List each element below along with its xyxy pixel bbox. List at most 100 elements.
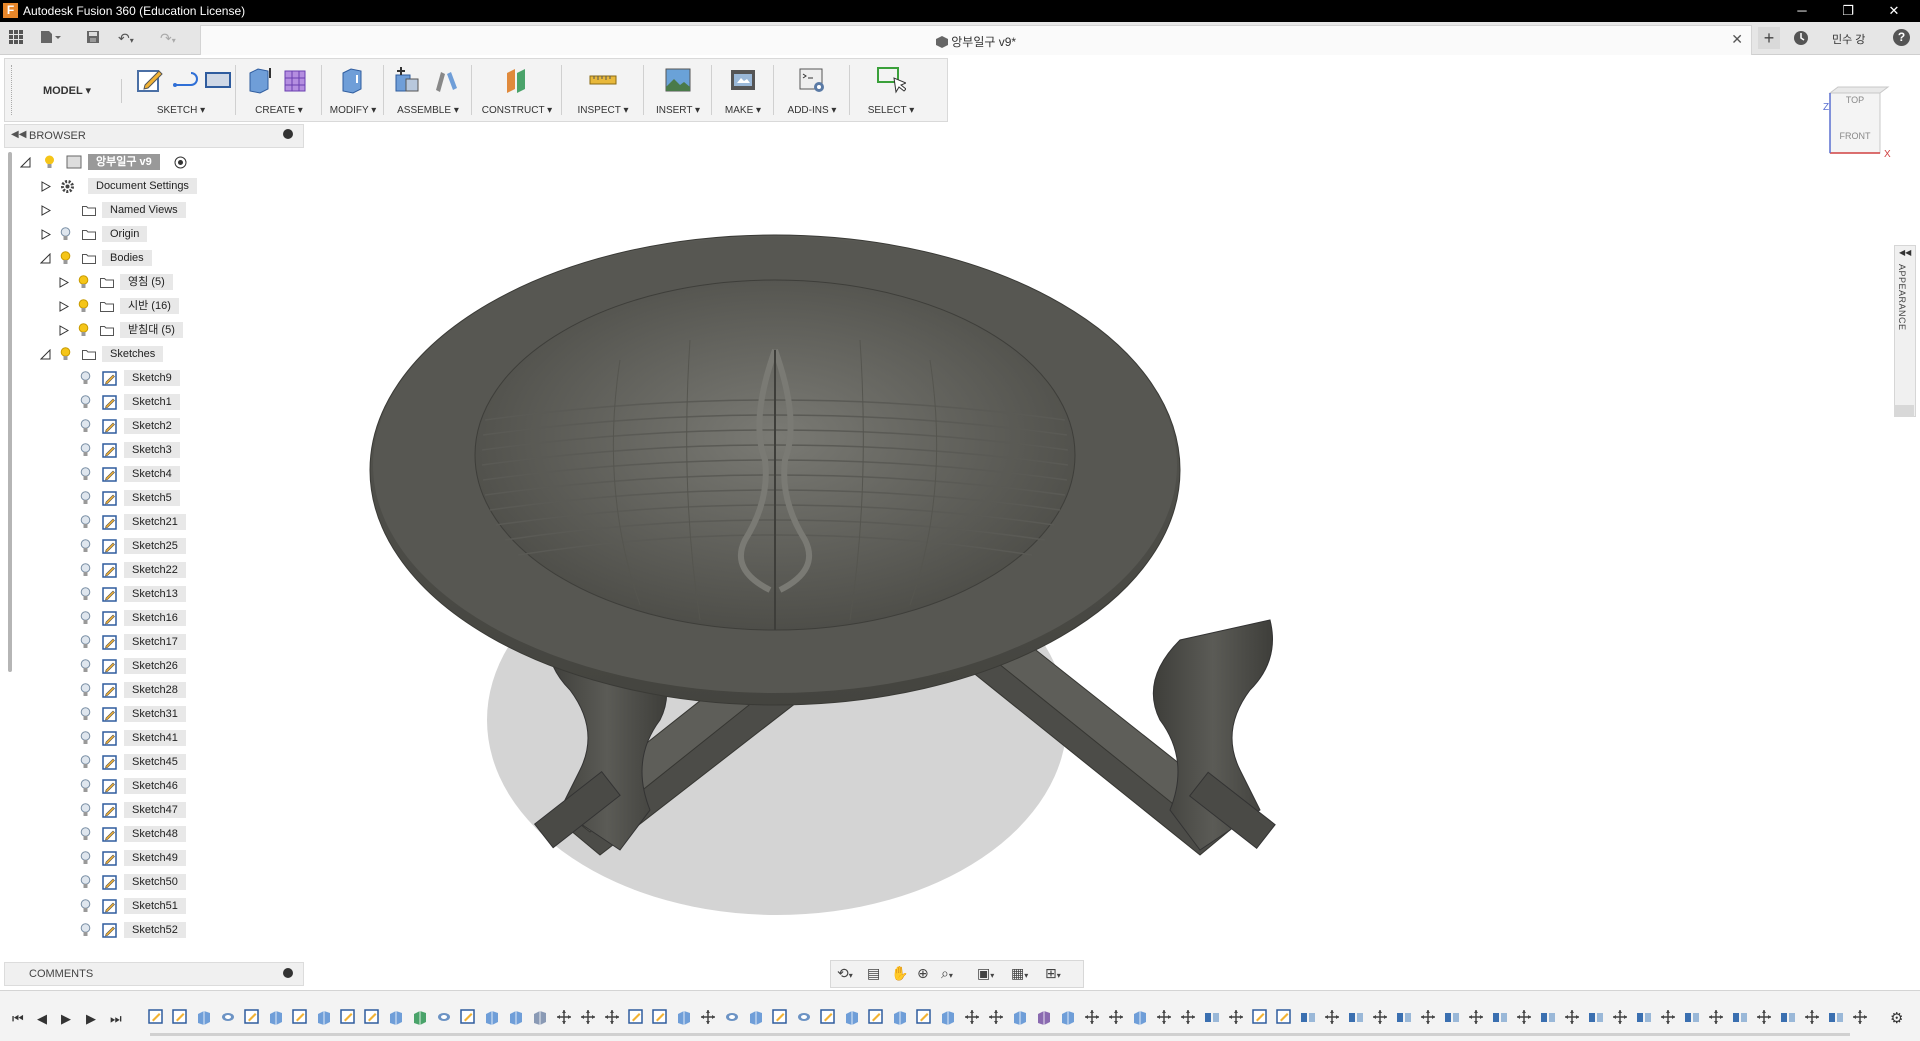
timeline-move-icon[interactable] — [580, 1009, 596, 1025]
expand-closed-icon[interactable] — [58, 277, 69, 288]
sketch-node[interactable]: Sketch26 — [78, 657, 238, 675]
assemble-group[interactable]: ASSEMBLE ▾ — [387, 61, 469, 119]
form-icon[interactable] — [281, 65, 311, 95]
inspect-group[interactable]: INSPECT ▾ — [565, 61, 641, 119]
visibility-bulb-icon[interactable] — [80, 371, 91, 385]
timeline-sketch-icon[interactable] — [772, 1009, 788, 1025]
measure-icon[interactable] — [588, 65, 618, 95]
timeline-move-icon[interactable] — [700, 1009, 716, 1025]
timeline-move-icon[interactable] — [556, 1009, 572, 1025]
timeline-move-icon[interactable] — [1852, 1009, 1868, 1025]
visibility-bulb-icon[interactable] — [80, 419, 91, 433]
timeline-track[interactable] — [148, 1005, 1868, 1029]
rectangle-icon[interactable] — [203, 65, 233, 95]
timeline-move-icon[interactable] — [988, 1009, 1004, 1025]
timeline-scrollbar[interactable] — [150, 1033, 1850, 1036]
sketch-node[interactable]: Sketch48 — [78, 825, 238, 843]
timeline-sketch-icon[interactable] — [868, 1009, 884, 1025]
sketch-node[interactable]: Sketch25 — [78, 537, 238, 555]
timeline-move-icon[interactable] — [1420, 1009, 1436, 1025]
expand-open-icon[interactable] — [40, 349, 51, 360]
undo-icon[interactable]: ↶▾ — [118, 30, 134, 49]
timeline-extrude-icon[interactable] — [1060, 1009, 1076, 1025]
timeline-move-icon[interactable] — [1660, 1009, 1676, 1025]
timeline-mirror-icon[interactable] — [1540, 1009, 1556, 1025]
timeline-sketch-icon[interactable] — [364, 1009, 380, 1025]
sketch-node[interactable]: Sketch49 — [78, 849, 238, 867]
expand-closed-icon[interactable] — [40, 205, 51, 216]
look-at-icon[interactable]: ▤ — [867, 965, 880, 981]
visibility-bulb-icon[interactable] — [80, 779, 91, 793]
timeline-revolve-icon[interactable] — [436, 1009, 452, 1025]
timeline-extrude-icon[interactable] — [484, 1009, 500, 1025]
create-group[interactable]: CREATE ▾ — [239, 61, 319, 119]
collapse-browser-icon[interactable]: ◀◀ — [11, 129, 26, 140]
step-back-icon[interactable]: ◀ — [37, 1011, 47, 1027]
timeline-extrude-icon[interactable] — [508, 1009, 524, 1025]
new-tab-button[interactable]: + — [1758, 27, 1780, 49]
orbit-icon[interactable]: ⟲▾ — [837, 965, 853, 984]
root-component-node[interactable]: 앙부일구 v9 — [20, 153, 220, 171]
timeline-extrude-icon[interactable] — [940, 1009, 956, 1025]
browser-node[interactable]: 시반 (16) — [58, 297, 258, 315]
visibility-bulb-icon[interactable] — [80, 731, 91, 745]
visibility-bulb-icon[interactable] — [80, 395, 91, 409]
timeline-loft-icon[interactable] — [412, 1009, 428, 1025]
visibility-bulb-icon[interactable] — [80, 875, 91, 889]
timeline-sketch-icon[interactable] — [148, 1009, 164, 1025]
insert-group[interactable]: INSERT ▾ — [647, 61, 709, 119]
user-name[interactable]: 민수 강 — [1832, 31, 1865, 47]
timeline-sweep-icon[interactable] — [532, 1009, 548, 1025]
timeline-mirror-icon[interactable] — [1492, 1009, 1508, 1025]
timeline-move-icon[interactable] — [1468, 1009, 1484, 1025]
sketch-node[interactable]: Sketch28 — [78, 681, 238, 699]
browser-node[interactable]: Named Views — [40, 201, 240, 219]
timeline-move-icon[interactable] — [1804, 1009, 1820, 1025]
expand-closed-icon[interactable] — [58, 301, 69, 312]
press-pull-icon[interactable] — [337, 65, 367, 95]
sketch-node[interactable]: Sketch45 — [78, 753, 238, 771]
job-status-icon[interactable] — [1793, 30, 1809, 49]
timeline-sketch-icon[interactable] — [628, 1009, 644, 1025]
visibility-bulb-icon[interactable] — [80, 827, 91, 841]
visibility-bulb-icon[interactable] — [44, 155, 55, 169]
sketch-node[interactable]: Sketch52 — [78, 921, 238, 939]
timeline-revolve-icon[interactable] — [220, 1009, 236, 1025]
browser-node[interactable]: 받침대 (5) — [58, 321, 258, 339]
zoom-icon[interactable]: ⊕ — [917, 965, 929, 981]
document-tab[interactable]: 앙부일구 v9* ✕ — [200, 25, 1752, 55]
timeline-move-icon[interactable] — [1180, 1009, 1196, 1025]
active-component-radio-icon[interactable] — [174, 156, 187, 169]
workspace-switcher[interactable]: MODEL ▾ — [13, 79, 122, 103]
create-sketch-icon[interactable] — [135, 65, 165, 95]
timeline-extrude-icon[interactable] — [196, 1009, 212, 1025]
select-group[interactable]: SELECT ▾ — [853, 61, 929, 119]
timeline-mirror-icon[interactable] — [1588, 1009, 1604, 1025]
joint-icon[interactable] — [431, 65, 461, 95]
sketch-node[interactable]: Sketch5 — [78, 489, 238, 507]
go-to-start-icon[interactable]: ⏮ — [12, 1011, 24, 1027]
timeline-sketch-icon[interactable] — [1276, 1009, 1292, 1025]
visibility-bulb-icon[interactable] — [80, 851, 91, 865]
browser-node[interactable]: Origin — [40, 225, 240, 243]
go-to-end-icon[interactable]: ⏭ — [110, 1011, 122, 1027]
comments-header[interactable]: COMMENTS — [4, 962, 304, 986]
timeline-move-icon[interactable] — [1564, 1009, 1580, 1025]
viewports-icon[interactable]: ⊞▾ — [1045, 965, 1061, 984]
construct-group[interactable]: CONSTRUCT ▾ — [475, 61, 559, 119]
sketch-node[interactable]: Sketch13 — [78, 585, 238, 603]
line-icon[interactable] — [171, 65, 201, 95]
timeline-mirror-icon[interactable] — [1204, 1009, 1220, 1025]
timeline-sketch-icon[interactable] — [820, 1009, 836, 1025]
insert-image-icon[interactable] — [663, 65, 693, 95]
visibility-bulb-icon[interactable] — [80, 899, 91, 913]
view-cube[interactable]: TOP FRONT Z X — [1820, 85, 1900, 165]
visibility-bulb-icon[interactable] — [80, 611, 91, 625]
sketch-node[interactable]: Sketch17 — [78, 633, 238, 651]
timeline-extrude-icon[interactable] — [388, 1009, 404, 1025]
display-settings-icon[interactable]: ▣▾ — [977, 965, 994, 984]
timeline-move-icon[interactable] — [1324, 1009, 1340, 1025]
timeline-extrude-icon[interactable] — [844, 1009, 860, 1025]
timeline-move-icon[interactable] — [964, 1009, 980, 1025]
expand-open-icon[interactable] — [40, 253, 51, 264]
